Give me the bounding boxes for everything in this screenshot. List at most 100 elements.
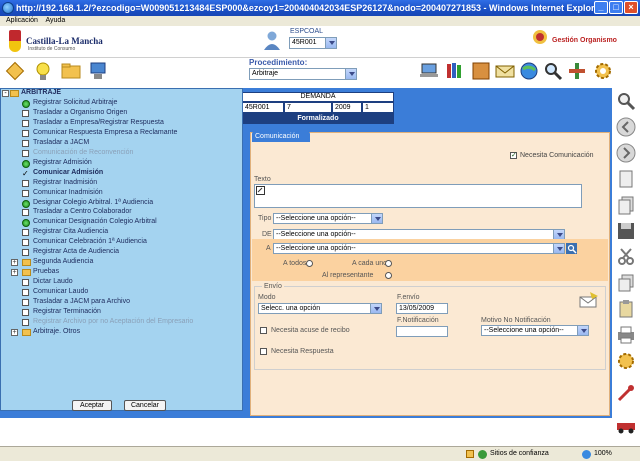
gestion-organismo-icon[interactable] [531,28,549,46]
search-icon[interactable] [615,90,637,112]
lightbulb-icon[interactable] [32,60,54,82]
menubar: Aplicación Ayuda [0,16,640,26]
tree-item[interactable]: Trasladar a Empresa/Registrar Respuesta [33,119,164,126]
pending-step-icon [22,110,29,117]
scissors-icon[interactable] [615,246,637,268]
lock-icon [466,450,474,458]
espcoal-value: 45R001 [292,39,317,46]
pending-step-icon [22,299,29,306]
edit-text-icon[interactable] [256,186,265,195]
chevron-down-icon [371,214,382,223]
al-representante-label: Al representante [322,272,374,279]
a-select[interactable]: --Seleccione una opción-- [273,243,565,254]
paste-icon[interactable] [615,298,637,320]
zoom-level[interactable]: 100% [594,447,612,461]
modo-select[interactable]: Selecc. una opción [258,303,382,314]
expand-toggle[interactable]: + [11,259,18,266]
tree-item[interactable]: Comunicar Laudo [33,288,88,295]
cancelar-button[interactable]: Cancelar [124,400,166,411]
tree-item[interactable]: Registrar Solicitud Arbitraje [33,99,117,106]
tree-item[interactable]: Trasladar a JACM [33,139,89,146]
tree-item[interactable]: Designar Colegio Arbitral. 1ª Audiencia [33,199,153,206]
fnotificacion-input[interactable] [396,326,448,337]
necesita-respuesta-checkbox[interactable] [260,348,267,355]
forward-arrow-icon[interactable] [615,142,637,164]
archive-icon[interactable] [470,60,492,82]
espcoal-select[interactable]: 45R001 [289,37,337,49]
settings-gear-icon[interactable] [615,350,637,372]
maximize-button[interactable]: □ [609,1,623,14]
tipo-select[interactable]: --Seleccione una opción-- [273,213,383,224]
print-icon[interactable] [615,324,637,346]
wrench-icon[interactable] [615,382,637,404]
tree-item[interactable]: Arbitraje. Otros [33,328,80,335]
documents-icon[interactable] [615,194,637,216]
tree-item[interactable]: Registrar Acta de Audiencia [33,248,119,255]
a-todos-radio[interactable] [306,260,313,267]
expand-toggle[interactable]: + [11,329,18,336]
motivo-select[interactable]: --Seleccione una opción-- [481,325,589,336]
tree-item[interactable]: Comunicar Respuesta Empresa a Reclamante [33,129,177,136]
gestion-organismo-link[interactable]: Gestión Organismo [552,37,617,44]
tools-icon[interactable] [566,60,588,82]
close-button[interactable]: × [624,1,638,14]
menu-aplicacion[interactable]: Aplicación [6,17,38,24]
necesita-comunicacion-checkbox[interactable]: ✓ [510,152,517,159]
procedimiento-select[interactable]: Arbitraje [249,68,357,80]
tab-comunicacion[interactable]: Comunicación [252,131,310,142]
modo-value: Selecc. una opción [261,305,321,312]
tree-item[interactable]: Dictar Laudo [33,278,73,285]
tree-item[interactable]: Comunicar Celebración 1ª Audiencia [33,238,147,245]
tree-item[interactable]: Registrar Admisión [33,159,92,166]
search-icon[interactable] [566,243,577,254]
tree-item[interactable]: Comunicar Designación Colegio Arbitral [33,218,157,225]
computer-icon[interactable] [88,60,110,82]
pending-step-icon [22,140,29,147]
magnifier-icon[interactable] [542,60,564,82]
globe-icon[interactable] [518,60,540,82]
folder-icon[interactable] [60,60,82,82]
pending-step-icon [22,190,29,197]
tree-root[interactable]: ARBITRAJE [21,89,61,96]
demanda-cell: 45R001 [242,102,284,113]
document-icon[interactable] [615,168,637,190]
save-icon[interactable] [615,220,637,242]
gear-icon[interactable] [592,60,614,82]
back-arrow-icon[interactable] [615,116,637,138]
collapse-toggle[interactable]: - [2,90,9,97]
minimize-button[interactable]: _ [594,1,608,14]
statusbar: Sitios de confianza 100% [0,446,640,461]
texto-textarea[interactable] [254,184,582,208]
aceptar-button[interactable]: Aceptar [72,400,112,411]
tree-item[interactable]: Trasladar a JACM para Archivo [33,298,130,305]
tree-item[interactable]: Registrar Cita Audiencia [33,228,108,235]
copy-icon[interactable] [615,272,637,294]
pending-step-icon [22,319,29,326]
pending-step-icon [22,289,29,296]
a-cada-uno-radio[interactable] [385,260,392,267]
tree-item[interactable]: Pruebas [33,268,59,275]
books-icon[interactable] [444,60,466,82]
envelope-icon[interactable] [494,60,516,82]
pending-step-icon [22,249,29,256]
tree-item[interactable]: Trasladar a Centro Colaborador [33,208,132,215]
acuse-recibo-checkbox[interactable] [260,327,267,334]
tree-item[interactable]: Comunicar Admisión [33,169,103,176]
al-representante-radio[interactable] [385,272,392,279]
pending-step-icon [22,130,29,137]
tree-item[interactable]: Segunda Audiencia [33,258,93,265]
tree-item[interactable]: Registrar Inadmisión [33,179,97,186]
laptop-icon[interactable] [418,60,440,82]
acuse-recibo-label: Necesita acuse de recibo [271,327,350,334]
tree-item[interactable]: Trasladar a Organismo Origen [33,109,127,116]
car-icon[interactable] [615,414,637,436]
tree-item[interactable]: Comunicar Inadmisión [33,189,103,196]
demanda-status: Formalizado [242,113,394,124]
tree-item[interactable]: Registrar Terminación [33,308,101,315]
folder-icon [22,269,31,276]
send-envelope-icon[interactable] [578,290,600,310]
diamond-tool-icon[interactable] [4,60,26,82]
menu-ayuda[interactable]: Ayuda [45,17,65,24]
fenvio-input[interactable]: 13/05/2009 [396,303,448,314]
expand-toggle[interactable]: + [11,269,18,276]
